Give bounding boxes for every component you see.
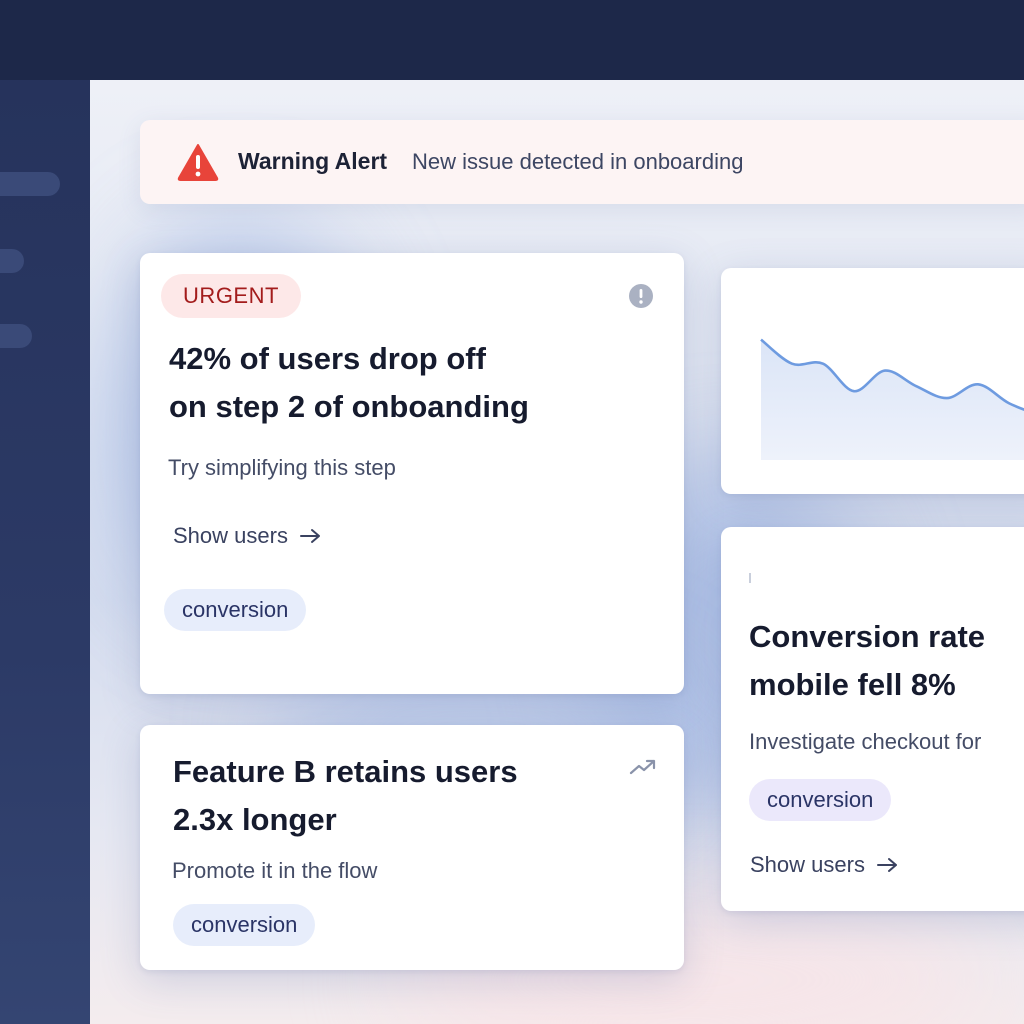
conversion-tag[interactable]: conversion bbox=[173, 904, 316, 946]
chart-area-fill bbox=[761, 339, 1024, 460]
show-users-label: Show users bbox=[173, 523, 288, 548]
insight-card-conversion-rate[interactable]: Conversion rate mobile fell 8% Investiga… bbox=[721, 527, 1024, 911]
card-subtitle: Try simplifying this step bbox=[168, 455, 396, 480]
sidebar-item-3[interactable] bbox=[0, 324, 32, 348]
urgent-badge: URGENT bbox=[161, 274, 301, 318]
show-users-link[interactable]: Show users bbox=[750, 852, 901, 878]
card-title-line-1: 42% of users drop off bbox=[169, 341, 486, 376]
insight-card-dropoff[interactable]: URGENT 42% of users drop off on step 2 o… bbox=[140, 253, 684, 694]
sidebar bbox=[0, 80, 90, 1024]
card-title-line-2: mobile fell 8% bbox=[749, 667, 956, 702]
warning-triangle-icon bbox=[177, 144, 219, 181]
info-circle-icon[interactable] bbox=[628, 283, 654, 309]
sidebar-item-1[interactable] bbox=[0, 172, 60, 196]
top-bar bbox=[0, 0, 1024, 80]
card-title-line-1: Feature B retains users bbox=[173, 754, 518, 789]
card-title-line-2: 2.3x longer bbox=[173, 802, 337, 837]
warning-alert-banner[interactable]: Warning Alert New issue detected in onbo… bbox=[140, 120, 1024, 204]
card-subtitle: Investigate checkout for bbox=[749, 729, 982, 754]
show-users-link[interactable]: Show users bbox=[173, 523, 324, 549]
arrow-right-icon bbox=[299, 529, 320, 543]
card-title-line-1: Conversion rate bbox=[749, 619, 986, 654]
conversion-tag[interactable]: conversion bbox=[749, 779, 892, 821]
insight-card-feature-b[interactable]: Feature B retains users 2.3x longer Prom… bbox=[140, 725, 684, 970]
card-subtitle: Promote it in the flow bbox=[172, 858, 378, 883]
card-title-line-2: on step 2 of onboanding bbox=[169, 389, 529, 424]
alert-message: New issue detected in onboarding bbox=[412, 149, 744, 174]
conversion-tag[interactable]: conversion bbox=[164, 589, 307, 631]
show-users-label: Show users bbox=[750, 852, 865, 877]
sidebar-item-2[interactable] bbox=[0, 249, 24, 273]
arrow-right-icon bbox=[876, 858, 897, 872]
card-title: 42% of users drop off on step 2 of onboa… bbox=[169, 335, 529, 431]
main-content: Warning Alert New issue detected in onbo… bbox=[90, 80, 1024, 1024]
alert-title: Warning Alert bbox=[238, 148, 388, 174]
trend-up-icon[interactable] bbox=[628, 757, 658, 777]
trend-chart bbox=[760, 338, 1024, 460]
card-marker bbox=[749, 573, 751, 583]
card-title: Conversion rate mobile fell 8% bbox=[749, 613, 985, 709]
trend-chart-card bbox=[721, 268, 1024, 494]
card-title: Feature B retains users 2.3x longer bbox=[173, 748, 518, 844]
